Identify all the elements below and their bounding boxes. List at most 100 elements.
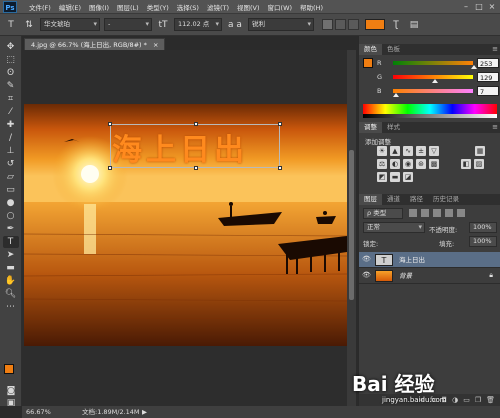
font-style-select[interactable]: - xyxy=(104,18,152,31)
stamp-icon[interactable]: ⊥ xyxy=(3,145,19,157)
blue-track[interactable] xyxy=(393,89,473,93)
blur-icon[interactable]: ● xyxy=(3,197,19,209)
healing-icon[interactable]: ✚ xyxy=(3,119,19,131)
layer-row-background[interactable]: 👁︎ 背景 🔒︎ xyxy=(359,268,500,284)
grayscale-ramp[interactable] xyxy=(363,114,497,118)
invert-icon[interactable]: ◧ xyxy=(461,159,471,169)
curves-icon[interactable]: ∿ xyxy=(403,146,413,156)
menu-help[interactable]: 帮助(H) xyxy=(296,2,327,12)
blue-slider[interactable]: B 7 xyxy=(377,86,499,97)
status-menu-arrow[interactable]: ▶ xyxy=(142,406,147,418)
font-size-select[interactable]: 112.02 点 xyxy=(174,18,222,31)
zoom-level[interactable]: 66.67% xyxy=(26,406,51,418)
posterize-icon[interactable]: ▨ xyxy=(474,159,484,169)
panel-menu-icon[interactable]: ≡ xyxy=(492,44,498,55)
gradient-map-icon[interactable]: ▬ xyxy=(390,172,400,182)
type-tool-preset-icon[interactable]: T xyxy=(4,18,18,32)
menu-filter[interactable]: 滤镜(T) xyxy=(203,2,233,12)
channel-mixer-icon[interactable]: ⊛ xyxy=(416,159,426,169)
visibility-eye-icon[interactable]: 👁︎ xyxy=(362,255,371,264)
dodge-icon[interactable]: ○ xyxy=(3,210,19,222)
red-slider[interactable]: R 253 xyxy=(377,58,499,69)
menu-window[interactable]: 窗口(W) xyxy=(264,2,297,12)
black-white-icon[interactable]: ◐ xyxy=(390,159,400,169)
close-tab-icon[interactable]: × xyxy=(153,41,158,49)
filter-shape-icon[interactable] xyxy=(445,209,453,217)
orientation-icon[interactable]: ⇅ xyxy=(22,18,36,32)
quick-select-icon[interactable]: ✎ xyxy=(3,80,19,92)
history-brush-icon[interactable]: ↺ xyxy=(3,158,19,170)
color-lookup-icon[interactable]: ▩ xyxy=(429,159,439,169)
color-spectrum[interactable] xyxy=(363,104,497,114)
brightness-icon[interactable]: ☀ xyxy=(377,146,387,156)
scrollbar-thumb[interactable] xyxy=(349,150,354,300)
levels-icon[interactable]: ▲ xyxy=(390,146,400,156)
menu-view[interactable]: 视图(V) xyxy=(233,2,264,12)
tab-adjustments[interactable]: 调整 xyxy=(359,122,382,133)
menu-edit[interactable]: 编辑(E) xyxy=(55,2,85,12)
tab-swatches[interactable]: 色板 xyxy=(382,44,405,55)
text-color-swatch[interactable] xyxy=(365,19,385,30)
green-knob[interactable] xyxy=(432,79,438,83)
anti-alias-select[interactable]: 锐利 xyxy=(248,18,314,31)
red-value[interactable]: 253 xyxy=(477,58,499,68)
warp-text-icon[interactable]: Ʈ xyxy=(389,18,403,32)
menu-select[interactable]: 选择(S) xyxy=(173,2,203,12)
blend-mode-select[interactable]: 正常 xyxy=(363,222,425,233)
filter-type-icon[interactable] xyxy=(433,209,441,217)
type-icon[interactable]: T xyxy=(2,236,19,248)
opacity-input[interactable]: 100% xyxy=(469,222,497,233)
eraser-icon[interactable]: ▱ xyxy=(3,171,19,183)
vertical-scrollbar[interactable] xyxy=(347,50,356,406)
align-left-button[interactable] xyxy=(322,19,333,30)
layer-name[interactable]: 海上日出 xyxy=(399,252,425,268)
tab-color[interactable]: 颜色 xyxy=(359,44,382,55)
tab-styles[interactable]: 样式 xyxy=(382,122,405,133)
layer-row-text[interactable]: 👁︎ T 海上日出 xyxy=(359,252,500,268)
transform-handle[interactable] xyxy=(278,122,282,126)
blue-knob[interactable] xyxy=(393,93,399,97)
foreground-color-swatch[interactable] xyxy=(4,364,14,374)
marquee-icon[interactable]: ⬚ xyxy=(3,54,19,66)
shape-icon[interactable]: ▬ xyxy=(3,262,19,274)
crop-icon[interactable]: ⌗ xyxy=(3,93,19,105)
eyedropper-icon[interactable]: ⁄ xyxy=(3,106,19,118)
color-balance-icon[interactable]: ⚖ xyxy=(377,159,387,169)
photo-filter-icon[interactable]: ◉ xyxy=(403,159,413,169)
more-tools-icon[interactable]: ⋯ xyxy=(3,301,19,313)
character-panel-icon[interactable]: ▤ xyxy=(407,18,421,32)
pen-icon[interactable]: ✒ xyxy=(3,223,19,235)
color-fg-swatch[interactable] xyxy=(363,58,373,68)
maximize-icon[interactable]: □ xyxy=(473,1,485,12)
layer-filter-select[interactable]: ρ 类型 xyxy=(363,208,403,219)
zoom-icon[interactable]: 🔍︎ xyxy=(3,288,19,300)
move-icon[interactable]: ✥ xyxy=(3,41,19,53)
fill-input[interactable]: 100% xyxy=(469,236,497,247)
document-tab[interactable]: 4.jpg @ 66.7% (海上日出, RGB/8#) * × xyxy=(24,38,166,50)
vibrance-icon[interactable]: ▽ xyxy=(429,146,439,156)
brush-icon[interactable]: ∕ xyxy=(3,132,19,144)
path-select-icon[interactable]: ➤ xyxy=(3,249,19,261)
hue-sat-icon[interactable]: ▦ xyxy=(475,146,485,156)
selective-color-icon[interactable]: ◪ xyxy=(403,172,413,182)
menu-layer[interactable]: 图层(L) xyxy=(113,2,143,12)
green-slider[interactable]: G 129 xyxy=(377,72,499,83)
threshold-icon[interactable]: ◩ xyxy=(377,172,387,182)
blue-value[interactable]: 7 xyxy=(477,86,499,96)
filter-pixel-icon[interactable] xyxy=(409,209,417,217)
panel-menu-icon[interactable]: ≡ xyxy=(492,122,498,133)
menu-image[interactable]: 图像(I) xyxy=(85,2,113,12)
tab-layers[interactable]: 图层 xyxy=(359,194,382,205)
close-icon[interactable]: × xyxy=(486,1,498,12)
transform-handle[interactable] xyxy=(278,166,282,170)
menu-type[interactable]: 类型(Y) xyxy=(143,2,173,12)
gradient-icon[interactable]: ▭ xyxy=(3,184,19,196)
tab-channels[interactable]: 通道 xyxy=(382,194,405,205)
hand-icon[interactable]: ✋ xyxy=(3,275,19,287)
green-value[interactable]: 129 xyxy=(477,72,499,82)
font-family-select[interactable]: 华文琥珀 xyxy=(40,18,100,31)
tab-paths[interactable]: 路径 xyxy=(405,194,428,205)
minimize-icon[interactable]: – xyxy=(460,1,472,12)
exposure-icon[interactable]: ± xyxy=(416,146,426,156)
align-right-button[interactable] xyxy=(348,19,359,30)
